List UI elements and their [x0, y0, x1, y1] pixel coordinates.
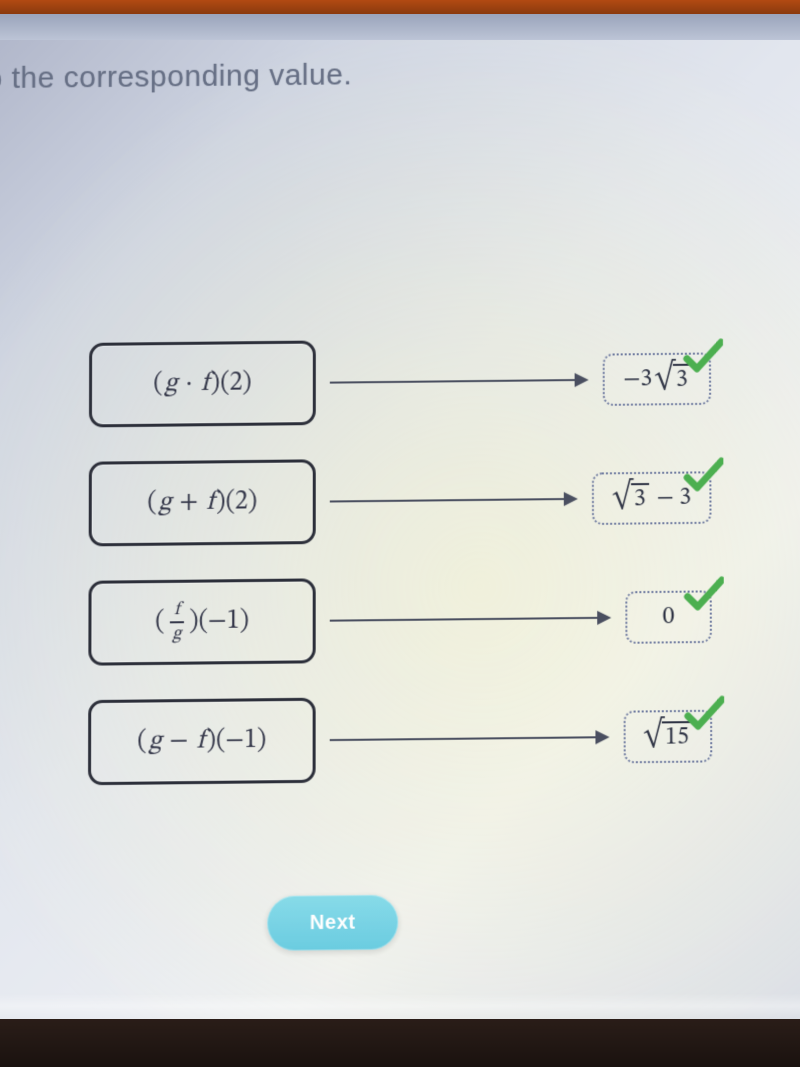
next-button[interactable]: Next [267, 895, 398, 951]
checkmark-icon [684, 574, 724, 615]
checkmark-icon [683, 336, 723, 377]
answer-slot[interactable]: √15 [623, 710, 712, 764]
arrow-icon [330, 498, 578, 503]
match-row: (g − f)(−1) √15 [88, 690, 712, 788]
checkmark-icon [683, 455, 723, 496]
matching-rows: (g · f)(2) −3√3 (g + f)(2) √3 [88, 333, 713, 816]
quiz-page: it to the corresponding value. (g · f)(2… [0, 32, 800, 1029]
answer-slot[interactable]: −3√3 [603, 352, 711, 405]
answer-slot[interactable]: √3 − 3 [592, 471, 712, 525]
question-prompt: it to the corresponding value. [0, 58, 352, 96]
expression-tile[interactable]: (g − f)(−1) [88, 698, 316, 786]
expression-tile[interactable]: (g · f)(2) [89, 341, 316, 428]
answer-slot[interactable]: 0 [625, 590, 712, 643]
checkmark-icon [684, 693, 724, 734]
expression-tile[interactable]: (g + f)(2) [89, 459, 316, 546]
arrow-icon [330, 736, 609, 741]
match-row: ( fg )(−1) 0 [88, 571, 712, 669]
glare-strip [0, 993, 800, 1019]
browser-chrome-accent [0, 0, 800, 14]
arrow-icon [330, 617, 612, 622]
desk-edge [0, 1019, 800, 1067]
match-row: (g + f)(2) √3 − 3 [89, 452, 712, 549]
expression-tile[interactable]: ( fg )(−1) [88, 578, 315, 665]
arrow-icon [330, 379, 589, 384]
match-row: (g · f)(2) −3√3 [89, 333, 711, 430]
